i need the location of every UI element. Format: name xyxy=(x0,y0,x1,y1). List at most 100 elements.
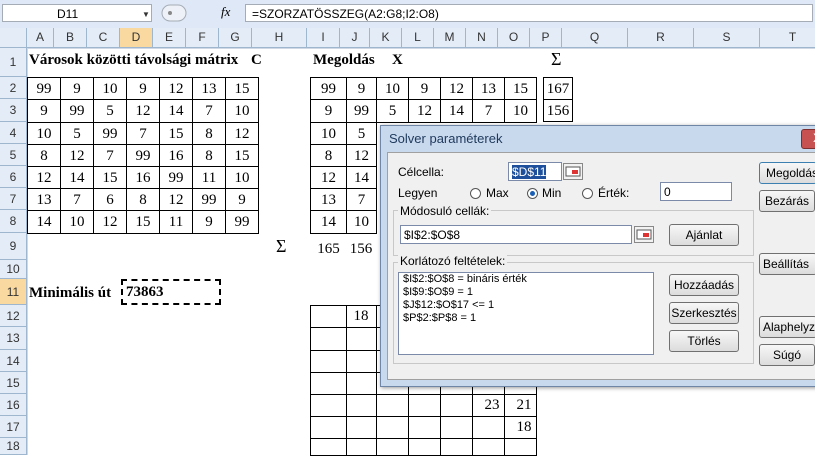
distance-cell[interactable]: 7 xyxy=(192,99,226,123)
distance-cell[interactable]: 99 xyxy=(126,144,160,167)
column-header[interactable]: Q xyxy=(562,28,628,48)
distance-cell[interactable]: 99 xyxy=(60,99,94,123)
distance-cell[interactable]: 10 xyxy=(60,210,94,234)
distance-cell[interactable]: 12 xyxy=(225,122,259,145)
row-header[interactable]: 12 xyxy=(0,305,27,327)
solution-cell[interactable]: 12 xyxy=(408,99,441,123)
solution-cell[interactable]: 14 xyxy=(440,99,473,123)
row-header[interactable]: 14 xyxy=(0,350,27,372)
row-header[interactable]: 7 xyxy=(0,188,27,210)
row-header[interactable]: 5 xyxy=(0,144,27,166)
target-cell-ref-button[interactable] xyxy=(563,163,583,180)
distance-cell[interactable]: 5 xyxy=(93,99,127,123)
solution-cell[interactable]: 7 xyxy=(472,99,505,123)
tour-cell[interactable] xyxy=(408,416,441,439)
row-header[interactable]: 11 xyxy=(0,279,27,305)
distance-cell[interactable]: 7 xyxy=(93,144,127,167)
solution-cell[interactable]: 5 xyxy=(376,99,409,123)
solution-cell[interactable]: 14 xyxy=(346,166,377,189)
min-radio-label[interactable]: Min xyxy=(542,186,561,200)
distance-cell[interactable]: 15 xyxy=(225,77,259,100)
solution-cell[interactable]: 10 xyxy=(376,77,409,100)
distance-cell[interactable]: 10 xyxy=(27,122,61,145)
solution-cell[interactable]: 5 xyxy=(346,122,377,145)
distance-cell[interactable]: 99 xyxy=(225,210,259,234)
distance-cell[interactable]: 10 xyxy=(225,166,259,189)
o17-value[interactable]: 18 xyxy=(508,416,540,438)
name-box[interactable]: D11 xyxy=(2,4,152,22)
row-header[interactable]: 17 xyxy=(0,416,27,438)
column-header[interactable]: S xyxy=(694,28,760,48)
column-header[interactable]: A xyxy=(27,28,54,48)
guess-button[interactable]: Ajánlat xyxy=(669,224,739,246)
distance-cell[interactable]: 14 xyxy=(159,99,193,123)
row-header[interactable]: 8 xyxy=(0,210,27,233)
distance-cell[interactable]: 15 xyxy=(126,210,160,234)
distance-cell[interactable]: 15 xyxy=(159,122,193,145)
name-box-dropdown-icon[interactable]: ▼ xyxy=(142,10,150,19)
distance-cell[interactable]: 9 xyxy=(60,77,94,100)
tour-cell[interactable] xyxy=(440,416,473,439)
row-header[interactable]: 3 xyxy=(0,99,27,122)
delete-constraint-button[interactable]: Törlés xyxy=(669,330,739,352)
tour-cell[interactable] xyxy=(440,394,473,417)
distance-cell[interactable]: 99 xyxy=(192,188,226,211)
tour-cell[interactable] xyxy=(310,305,347,328)
distance-cell[interactable]: 8 xyxy=(192,144,226,167)
column-header[interactable]: I xyxy=(307,28,340,48)
tour-cell[interactable] xyxy=(310,416,347,439)
tour-cell[interactable] xyxy=(472,416,505,439)
tour-cell[interactable] xyxy=(310,350,347,373)
tour-cell[interactable] xyxy=(346,350,377,373)
formula-input[interactable]: =SZORZATÖSSZEG(A2:G8;I2:O8) xyxy=(245,4,813,22)
help-button[interactable]: Súgó xyxy=(759,344,815,366)
distance-cell[interactable]: 8 xyxy=(27,144,61,167)
tour-cell[interactable] xyxy=(346,416,377,439)
solution-cell[interactable]: 99 xyxy=(310,77,347,100)
row-header[interactable]: 16 xyxy=(0,394,27,416)
row-header[interactable]: 13 xyxy=(0,327,27,350)
column-header[interactable]: B xyxy=(54,28,87,48)
value-of-input[interactable]: 0 xyxy=(660,182,732,201)
distance-cell[interactable]: 15 xyxy=(93,166,127,189)
row-header[interactable]: 9 xyxy=(0,233,27,260)
solution-cell[interactable]: 10 xyxy=(346,210,377,234)
tour-cell[interactable] xyxy=(310,394,347,417)
distance-cell[interactable]: 14 xyxy=(60,166,94,189)
max-radio[interactable] xyxy=(470,188,481,199)
tour-cell[interactable] xyxy=(408,438,441,456)
distance-cell[interactable]: 7 xyxy=(126,122,160,145)
tour-cell[interactable] xyxy=(408,394,441,417)
column-header[interactable]: L xyxy=(402,28,434,48)
options-button[interactable]: Beállítás xyxy=(759,253,815,275)
distance-cell[interactable]: 12 xyxy=(126,99,160,123)
row-header[interactable]: 4 xyxy=(0,122,27,144)
tour-cell[interactable] xyxy=(346,438,377,456)
constraint-item[interactable]: $I$2:$O$8 = bináris érték xyxy=(399,273,653,286)
distance-cell[interactable]: 16 xyxy=(159,144,193,167)
solution-cell[interactable]: 8 xyxy=(310,144,347,167)
constraints-list[interactable]: $I$2:$O$8 = bináris érték $I$9:$O$9 = 1 … xyxy=(398,272,654,355)
tour-cell[interactable] xyxy=(376,394,409,417)
tour-cell[interactable] xyxy=(310,327,347,351)
distance-cell[interactable]: 8 xyxy=(192,122,226,145)
min-path-value-cell[interactable]: 73863 xyxy=(121,279,221,305)
column-header[interactable]: M xyxy=(434,28,466,48)
tour-cell[interactable] xyxy=(346,394,377,417)
reset-all-button[interactable]: Alaphelyzet xyxy=(759,316,815,338)
tour-cell[interactable] xyxy=(346,372,377,395)
distance-cell[interactable]: 12 xyxy=(159,77,193,100)
distance-cell[interactable]: 16 xyxy=(126,166,160,189)
solution-cell[interactable]: 14 xyxy=(310,210,347,234)
target-cell-input[interactable]: $D$11 xyxy=(508,162,562,181)
distance-cell[interactable]: 11 xyxy=(159,210,193,234)
distance-cell[interactable]: 11 xyxy=(192,166,226,189)
row-header[interactable]: 15 xyxy=(0,372,27,394)
constraint-item[interactable]: $P$2:$P$8 = 1 xyxy=(399,312,653,325)
col-sum-cell[interactable]: 156 xyxy=(346,238,376,260)
tour-cell[interactable] xyxy=(504,438,537,456)
min-radio[interactable] xyxy=(527,188,538,199)
distance-cell[interactable]: 7 xyxy=(60,188,94,211)
solution-cell[interactable]: 12 xyxy=(310,166,347,189)
column-header[interactable]: F xyxy=(186,28,219,48)
